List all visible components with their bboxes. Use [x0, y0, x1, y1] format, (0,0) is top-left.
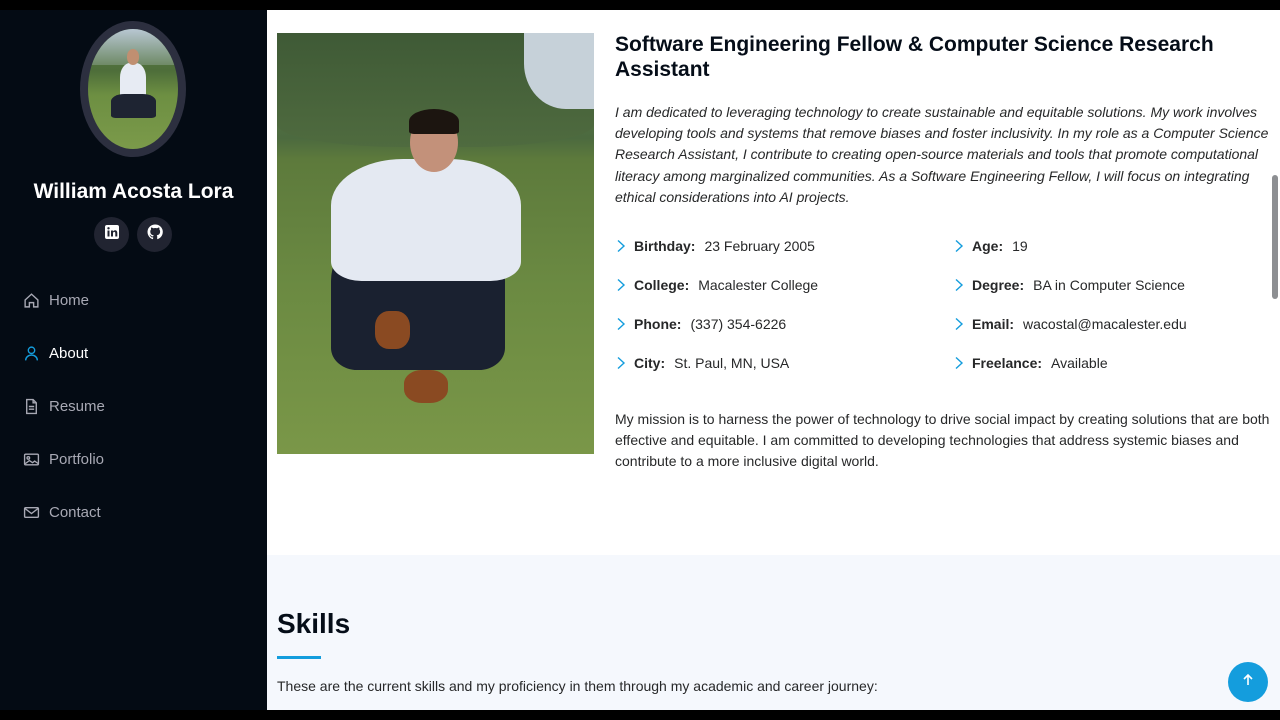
- back-to-top-button[interactable]: [1228, 662, 1268, 702]
- nav-label: Home: [49, 292, 90, 309]
- nav-label: Resume: [49, 398, 105, 415]
- image-icon: [22, 451, 40, 469]
- chevron-right-icon: [953, 239, 967, 253]
- social-links: [94, 217, 172, 252]
- profile-name: William Acosta Lora: [33, 180, 234, 203]
- github-link[interactable]: [137, 217, 172, 252]
- github-icon: [147, 224, 163, 245]
- chevron-right-icon: [615, 239, 629, 253]
- fact-freelance: Freelance: Available: [953, 355, 1108, 371]
- chevron-right-icon: [953, 356, 967, 370]
- nav-item-resume[interactable]: Resume: [22, 380, 105, 433]
- main-nav: Home About Resume Portfolio Contact: [22, 274, 105, 539]
- profile-photo: [277, 33, 594, 454]
- intro-text: I am dedicated to leveraging technology …: [615, 104, 1269, 205]
- skills-section: Skills These are the current skills and …: [267, 555, 1280, 710]
- scrollbar-thumb[interactable]: [1272, 175, 1278, 299]
- fact-degree: Degree: BA in Computer Science: [953, 277, 1185, 293]
- fact-birthday: Birthday: 23 February 2005: [615, 238, 815, 254]
- nav-label: Portfolio: [49, 451, 105, 468]
- chevron-right-icon: [615, 356, 629, 370]
- main-content: Software Engineering Fellow & Computer S…: [267, 10, 1280, 710]
- fact-phone: Phone: (337) 354-6226: [615, 316, 786, 332]
- nav-item-portfolio[interactable]: Portfolio: [22, 433, 105, 486]
- user-icon: [22, 345, 40, 363]
- home-icon: [22, 292, 40, 310]
- about-section: Software Engineering Fellow & Computer S…: [615, 32, 1270, 469]
- nav-item-about[interactable]: About: [22, 327, 105, 380]
- envelope-icon: [22, 504, 40, 522]
- profile-photo-small: [88, 29, 178, 149]
- nav-item-home[interactable]: Home: [22, 274, 105, 327]
- role-title: Software Engineering Fellow & Computer S…: [615, 33, 1214, 81]
- fact-college: College: Macalester College: [615, 277, 818, 293]
- nav-label: Contact: [49, 504, 101, 521]
- fact-age: Age: 19: [953, 238, 1028, 254]
- file-icon: [22, 398, 40, 416]
- nav-label: About: [49, 345, 89, 362]
- mission-text: My mission is to harness the power of te…: [615, 411, 1270, 470]
- linkedin-icon: [104, 224, 120, 245]
- nav-item-contact[interactable]: Contact: [22, 486, 105, 539]
- title-underline: [277, 656, 321, 659]
- section-title: Skills: [277, 608, 351, 639]
- chevron-right-icon: [953, 278, 967, 292]
- arrow-up-icon: [1241, 673, 1255, 692]
- chevron-right-icon: [615, 317, 629, 331]
- avatar: [80, 21, 186, 157]
- linkedin-link[interactable]: [94, 217, 129, 252]
- chevron-right-icon: [615, 278, 629, 292]
- chevron-right-icon: [953, 317, 967, 331]
- section-description: These are the current skills and my prof…: [277, 678, 878, 694]
- fact-city: City: St. Paul, MN, USA: [615, 355, 789, 371]
- fact-email: Email: wacostal@macalester.edu: [953, 316, 1187, 332]
- sidebar: William Acosta Lora Home About Resume Po…: [0, 10, 267, 710]
